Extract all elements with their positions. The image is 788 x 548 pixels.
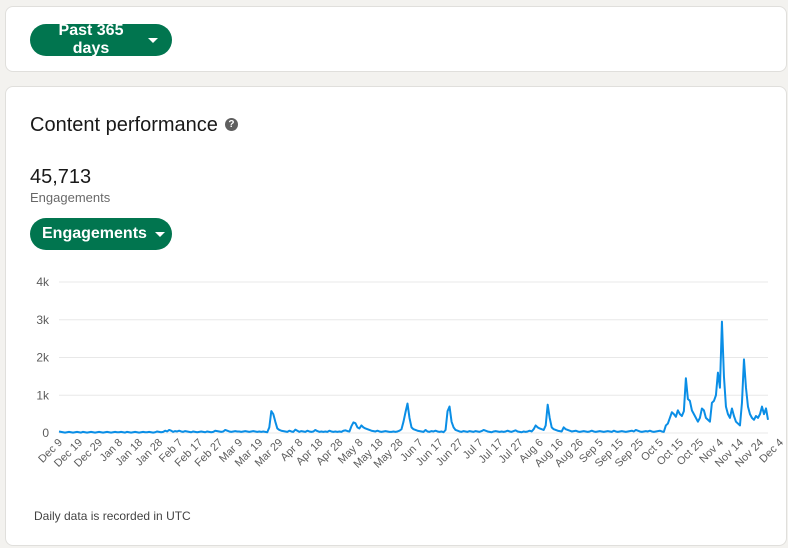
metric-dropdown[interactable]: Engagements [30, 218, 172, 250]
y-tick-label: 0 [42, 426, 49, 440]
y-tick-label: 3k [36, 313, 50, 327]
total-engagements-value: 45,713 [30, 166, 92, 188]
question-circle-icon[interactable]: ? [224, 118, 238, 131]
metric-dropdown-label: Engagements [42, 225, 147, 242]
section-header: Content performance ? [30, 114, 238, 137]
engagements-line-chart: 0 1k 2k 3k 4k Dec 9Dec 19Dec 29Jan 8Jan 18Ja… [36, 275, 786, 471]
total-engagements-label: Engagements [30, 190, 111, 205]
date-range-dropdown[interactable]: Past 365 days [30, 22, 172, 57]
utc-footnote: Daily data is recorded in UTC [34, 509, 191, 523]
y-tick-label: 1k [36, 388, 50, 402]
chart-series [58, 320, 769, 434]
content-performance-card: Content performance ? 45,713 Engagements… [5, 86, 787, 546]
section-title: Content performance [30, 114, 218, 136]
engagements-series-line[interactable] [58, 320, 769, 434]
y-tick-label: 4k [36, 275, 50, 289]
caret-down-icon [154, 232, 165, 237]
date-range-card: Past 365 days [5, 6, 787, 72]
y-tick-label: 2k [36, 351, 50, 365]
chart-grid [59, 281, 768, 434]
caret-down-icon [148, 38, 158, 43]
y-axis: 0 1k 2k 3k 4k [36, 275, 50, 440]
x-axis: Dec 9Dec 19Dec 29Jan 8Jan 18Jan 28Feb 7F… [36, 437, 786, 471]
date-range-label: Past 365 days [58, 22, 124, 57]
